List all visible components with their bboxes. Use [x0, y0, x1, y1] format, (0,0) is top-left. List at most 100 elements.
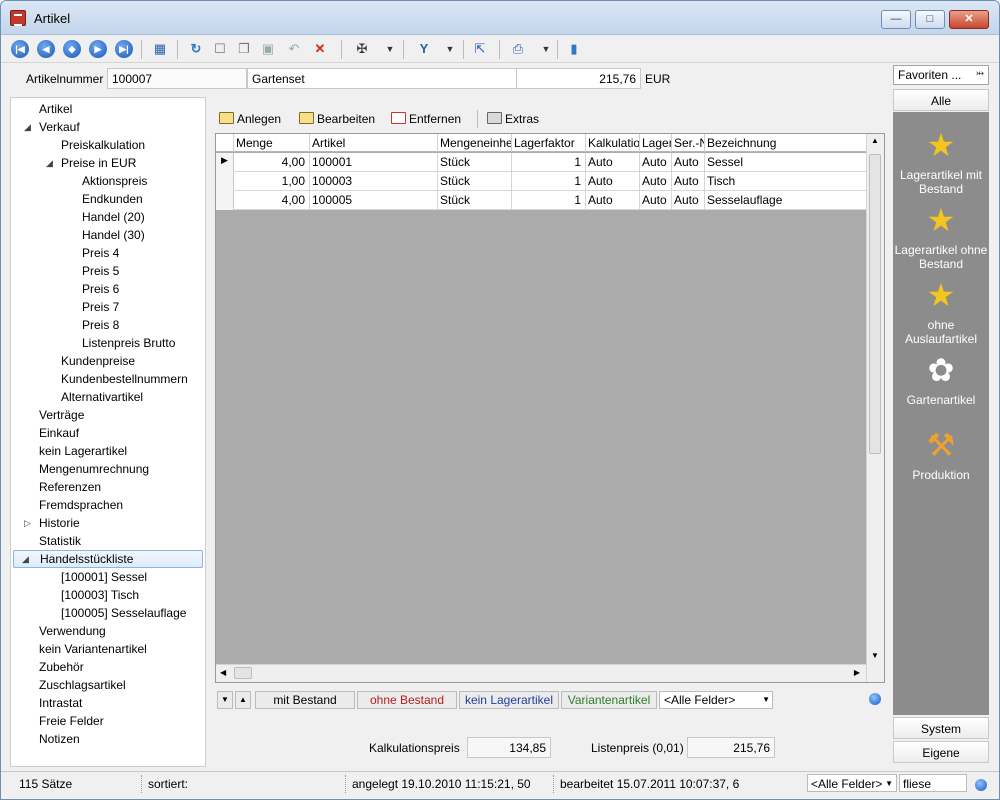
tree-item[interactable]: Preis 4: [82, 244, 119, 262]
tree-item[interactable]: kein Variantenartikel: [39, 640, 147, 658]
tree-item[interactable]: Freie Felder: [39, 712, 104, 730]
tree-item[interactable]: ◢ Handelsstückliste: [13, 550, 203, 568]
tree-item[interactable]: Handel (20): [82, 208, 145, 226]
tree-item[interactable]: Verwendung: [39, 622, 106, 640]
tab-system[interactable]: System: [893, 717, 989, 739]
table-cell[interactable]: Sesselauflage: [705, 191, 867, 210]
extras-button[interactable]: Extras: [487, 110, 539, 128]
column-header[interactable]: Ser.-Nr: [672, 134, 705, 152]
table-row[interactable]: 1,00 100003 Stück 1 Auto Auto Auto Tisch: [216, 172, 867, 191]
pin-icon[interactable]: ⤔: [976, 68, 984, 79]
new-document-icon[interactable]: ☐: [211, 40, 229, 58]
tree-item[interactable]: Mengenumrechnung: [39, 460, 149, 478]
tree-item[interactable]: Einkauf: [39, 424, 79, 442]
last-record-icon[interactable]: ▶|: [115, 40, 133, 58]
article-name-field[interactable]: Gartenset: [247, 68, 517, 89]
chevron-down-icon[interactable]: ▼: [762, 692, 770, 708]
favorite-item[interactable]: ✿ Gartenartikel: [893, 353, 989, 407]
table-cell[interactable]: Stück: [438, 172, 512, 191]
column-header[interactable]: Lagerfaktor: [512, 134, 586, 152]
previous-record-icon[interactable]: ◀: [37, 40, 55, 58]
column-header[interactable]: Menge: [234, 134, 310, 152]
table-cell[interactable]: Auto: [586, 172, 640, 191]
table-cell[interactable]: 100003: [310, 172, 438, 191]
table-cell[interactable]: Auto: [586, 153, 640, 172]
collapse-icon[interactable]: ◢: [24, 118, 31, 136]
tree-item[interactable]: Preiskalkulation: [61, 136, 145, 154]
tree-item[interactable]: Preis 8: [82, 316, 119, 334]
tree-item[interactable]: ▷ Historie: [24, 514, 80, 532]
tree-item[interactable]: kein Lagerartikel: [39, 442, 127, 460]
table-row[interactable]: ▶ 4,00 100001 Stück 1 Auto Auto Auto Sessel: [216, 153, 867, 172]
close-button[interactable]: ✕: [949, 10, 989, 29]
tree-item[interactable]: Statistik: [39, 532, 81, 550]
tree-item[interactable]: Fremdsprachen: [39, 496, 123, 514]
search-record-icon[interactable]: ◆: [63, 40, 81, 58]
filter-down-button[interactable]: ▼: [217, 691, 233, 709]
tree-item[interactable]: Endkunden: [82, 190, 143, 208]
filter-no-stock-item[interactable]: kein Lagerartikel: [459, 691, 559, 709]
list-price-field[interactable]: 215,76: [687, 737, 775, 758]
scroll-left-icon[interactable]: ◀: [220, 668, 226, 677]
table-cell[interactable]: Auto: [640, 153, 672, 172]
column-header[interactable]: Mengeneinheit: [438, 134, 512, 152]
copy-icon[interactable]: ❐: [235, 40, 253, 58]
table-cell[interactable]: 4,00: [234, 191, 310, 210]
chevron-down-icon[interactable]: ▼: [441, 40, 459, 58]
favorite-item[interactable]: ★ ohne Auslaufartikel: [893, 278, 989, 346]
filter-variant-item[interactable]: Variantenartikel: [561, 691, 657, 709]
tree-item[interactable]: Preis 7: [82, 298, 119, 316]
table-cell[interactable]: 4,00: [234, 153, 310, 172]
chevron-down-icon[interactable]: ▼: [381, 40, 399, 58]
remove-button[interactable]: Entfernen: [391, 110, 461, 128]
pin-icon[interactable]: ✠: [353, 40, 371, 58]
tree-item[interactable]: Zuschlagsartikel: [39, 676, 126, 694]
horizontal-scroll-thumb[interactable]: [234, 667, 252, 679]
tree-item[interactable]: Kundenpreise: [61, 352, 135, 370]
table-cell[interactable]: Auto: [640, 172, 672, 191]
table-cell[interactable]: 100005: [310, 191, 438, 210]
print-icon[interactable]: ⎙: [509, 40, 527, 58]
collapse-icon[interactable]: ◢: [22, 551, 29, 567]
exit-icon[interactable]: ▮: [565, 40, 583, 58]
artikelnummer-field[interactable]: 100007: [107, 68, 247, 89]
filter-without-stock[interactable]: ohne Bestand: [357, 691, 457, 709]
refresh-icon[interactable]: ↻: [187, 40, 205, 58]
vertical-scroll-thumb[interactable]: [869, 154, 881, 454]
quick-search-input[interactable]: fliese: [899, 774, 967, 792]
tree-item[interactable]: Handel (30): [82, 226, 145, 244]
table-cell[interactable]: Auto: [672, 191, 705, 210]
scroll-up-icon[interactable]: ▲: [871, 136, 879, 145]
scroll-down-icon[interactable]: ▼: [871, 651, 879, 660]
tree-item[interactable]: Preis 5: [82, 262, 119, 280]
table-row[interactable]: 4,00 100005 Stück 1 Auto Auto Auto Sesselauflag…: [216, 191, 867, 210]
tree-item[interactable]: Artikel: [39, 100, 72, 118]
chevron-down-icon[interactable]: ▼: [885, 775, 893, 793]
tree-item[interactable]: ◢ Preise in EUR: [46, 154, 136, 172]
delete-icon[interactable]: ✕: [311, 40, 329, 58]
tab-own[interactable]: Eigene: [893, 741, 989, 763]
tree-item[interactable]: Notizen: [39, 730, 80, 748]
calc-price-field[interactable]: 134,85: [467, 737, 551, 758]
filter-with-stock[interactable]: mit Bestand: [255, 691, 355, 709]
price-field[interactable]: 215,76: [516, 68, 641, 89]
tree-item[interactable]: Intrastat: [39, 694, 82, 712]
tree-item[interactable]: [100003] Tisch: [61, 586, 139, 604]
scroll-right-icon[interactable]: ▶: [854, 668, 860, 677]
filter-up-button[interactable]: ▲: [235, 691, 251, 709]
table-cell[interactable]: 1: [512, 191, 586, 210]
tree-item[interactable]: Verträge: [39, 406, 84, 424]
favorite-item[interactable]: ★ Lagerartikel mit Bestand: [893, 128, 989, 196]
edit-button[interactable]: Bearbeiten: [299, 110, 375, 128]
favorites-header[interactable]: Favoriten ... ⤔: [893, 65, 989, 85]
tree-item[interactable]: Listenpreis Brutto: [82, 334, 175, 352]
status-field-selector[interactable]: <Alle Felder> ▼: [807, 774, 897, 792]
table-cell[interactable]: 1: [512, 153, 586, 172]
column-header[interactable]: Kalkulation: [586, 134, 640, 152]
favorite-item[interactable]: ⚒ Produktion: [893, 428, 989, 482]
next-record-icon[interactable]: ▶: [89, 40, 107, 58]
row-selector[interactable]: ▶: [216, 153, 234, 172]
select-record-icon[interactable]: ⇱: [471, 40, 489, 58]
vertical-scrollbar[interactable]: ▲ ▼: [866, 134, 884, 682]
column-header[interactable]: Artikel: [310, 134, 438, 152]
